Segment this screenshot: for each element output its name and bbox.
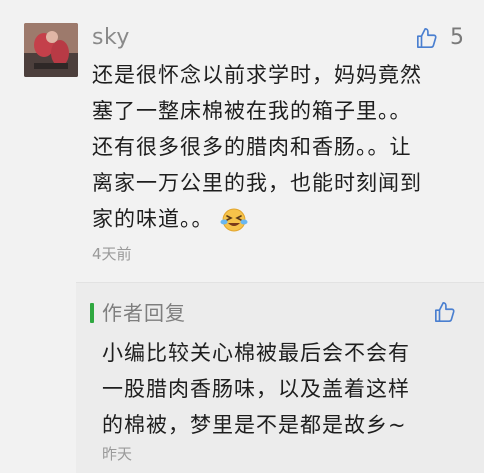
comment-text-line: 塞了一整床棉被在我的箱子里。。 [92,99,412,123]
comment-timestamp: 4天前 [92,245,132,263]
author-reply: 作者回复 小编比较关心棉被最后会不会有 一股腊肉香肠味，以及盖着这样 的棉被，梦… [76,282,484,473]
author-reply-header: 作者回复 [90,299,186,327]
comment-item: sky 5 还是很怀念以前求学时，妈妈竟然 塞了一整床棉被在我的箱子里。。 还有… [0,0,484,473]
comment-text: 还是很怀念以前求学时，妈妈竟然 塞了一整床棉被在我的箱子里。。 还有很多很多的腊… [92,57,462,243]
thumbs-up-icon [417,28,437,48]
like-count: 5 [450,25,464,50]
author-accent-bar [90,303,94,323]
tears-of-joy-emoji-icon [220,206,248,243]
avatar-image [24,23,78,77]
comment-text-line: 还是很怀念以前求学时，妈妈竟然 [92,63,422,87]
reply-timestamp: 昨天 [102,445,133,463]
reply-text: 小编比较关心棉被最后会不会有 一股腊肉香肠味，以及盖着这样 的棉被，梦里是不是都… [102,335,472,443]
reply-text-line: 小编比较关心棉被最后会不会有 [102,341,410,365]
reply-text-line: 一股腊肉香肠味，以及盖着这样 [102,377,410,401]
comment-text-line: 还有很多很多的腊肉和香肠。。让 [92,135,412,159]
like-button[interactable]: 5 [416,24,464,52]
user-avatar[interactable] [24,23,78,77]
author-reply-label: 作者回复 [102,301,186,325]
comment-text-line-last: 家的味道。。 [92,201,462,243]
thumbs-up-icon [435,302,455,322]
username[interactable]: sky [92,24,130,52]
comment-text-fragment: 家的味道。。 [92,207,214,231]
reply-like-button[interactable] [434,301,456,327]
comment-text-line: 离家一万公里的我，也能时刻闻到 [92,171,422,195]
reply-text-line: 的棉被，梦里是不是都是故乡~ [102,413,407,437]
